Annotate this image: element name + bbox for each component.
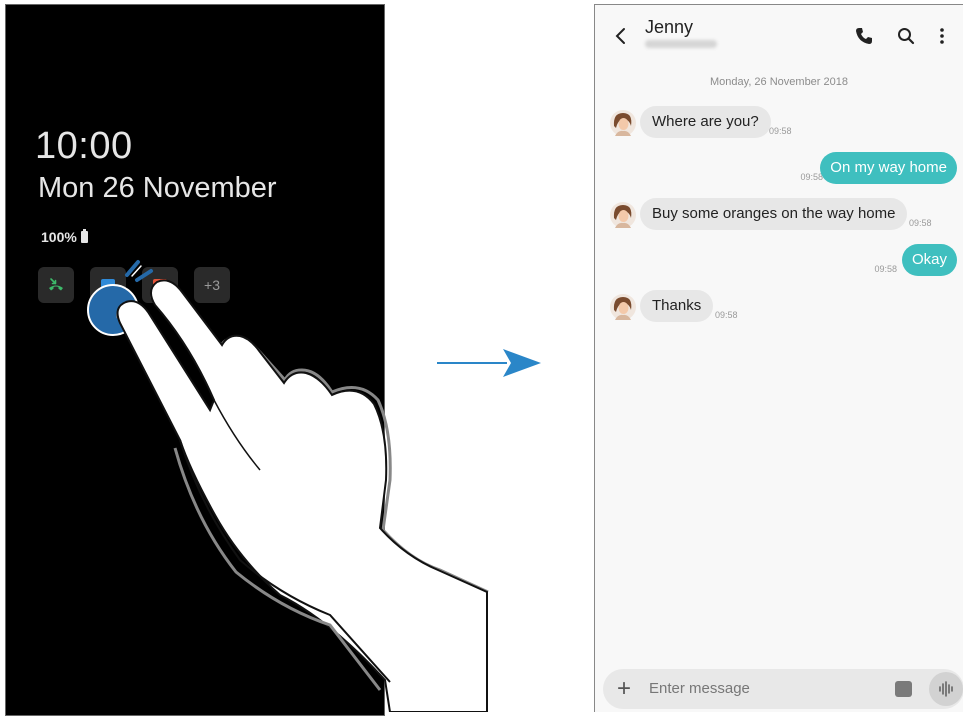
search-button[interactable] bbox=[895, 25, 917, 47]
transition-arrow-icon bbox=[437, 349, 541, 377]
attach-plus-icon[interactable]: + bbox=[617, 677, 631, 701]
more-options-button[interactable] bbox=[931, 25, 953, 47]
message-timestamp: 09:58 bbox=[715, 310, 738, 320]
message-row: 09:58 Okay bbox=[595, 242, 963, 282]
battery-icon bbox=[80, 229, 88, 243]
message-timestamp: 09:58 bbox=[909, 218, 932, 228]
back-icon[interactable] bbox=[610, 25, 632, 47]
message-row: Thanks 09:58 bbox=[595, 288, 963, 328]
message-input[interactable]: Enter message bbox=[649, 680, 750, 697]
contact-avatar bbox=[610, 202, 636, 228]
contact-name: Jenny bbox=[645, 17, 694, 37]
sticker-icon[interactable] bbox=[895, 681, 912, 697]
message-bubble-incoming: Buy some oranges on the way home bbox=[640, 198, 908, 230]
call-button[interactable] bbox=[853, 25, 875, 47]
missed-call-notification[interactable] bbox=[38, 267, 74, 303]
aod-battery-status: 100% bbox=[41, 229, 88, 245]
voice-record-button[interactable] bbox=[929, 672, 963, 706]
email-icon bbox=[153, 279, 167, 291]
aod-date: Mon 26 November bbox=[38, 172, 277, 204]
message-bubble-outgoing: On my way home bbox=[820, 152, 957, 184]
message-timestamp: 09:58 bbox=[874, 264, 897, 274]
search-icon bbox=[898, 28, 915, 45]
messages-conversation-screen: Jenny Monday, 26 November 2018 Where are… bbox=[594, 4, 963, 712]
message-row: Buy some oranges on the way home 09:58 bbox=[595, 196, 963, 236]
message-row: 09:58 On my way home bbox=[595, 150, 963, 190]
contact-number-blurred bbox=[645, 40, 717, 48]
email-notification[interactable] bbox=[142, 267, 178, 303]
message-bubble-outgoing: Okay bbox=[901, 244, 957, 276]
contact-avatar bbox=[610, 110, 636, 136]
message-timestamp: 09:58 bbox=[769, 126, 792, 136]
voice-wave-icon bbox=[939, 681, 953, 697]
contact-avatar bbox=[610, 294, 636, 320]
message-timestamp: 09:58 bbox=[800, 172, 823, 182]
always-on-display-screen: 10:00 Mon 26 November 100% +3 bbox=[5, 4, 385, 716]
more-vert-icon bbox=[940, 28, 944, 44]
message-notification[interactable] bbox=[90, 267, 126, 303]
message-icon bbox=[101, 279, 115, 289]
more-notifications[interactable]: +3 bbox=[194, 267, 230, 303]
missed-call-icon bbox=[49, 278, 63, 291]
compose-bar: + Enter message bbox=[603, 669, 963, 709]
message-bubble-incoming: Where are you? bbox=[640, 106, 771, 138]
message-bubble-incoming: Thanks bbox=[640, 290, 714, 322]
aod-clock: 10:00 bbox=[35, 125, 133, 167]
date-separator: Monday, 26 November 2018 bbox=[710, 76, 848, 88]
phone-icon bbox=[856, 28, 872, 44]
battery-percent: 100% bbox=[41, 229, 77, 245]
message-row: Where are you? 09:58 bbox=[595, 104, 963, 144]
